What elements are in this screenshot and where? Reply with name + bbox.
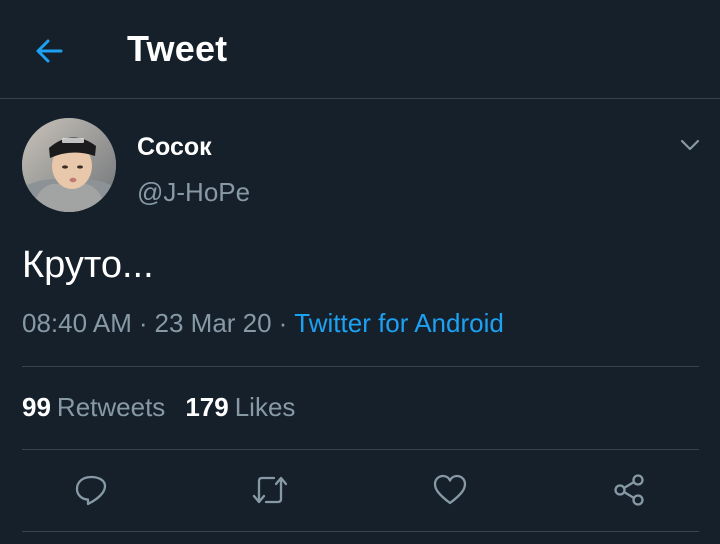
retweets-stat[interactable]: 99 Retweets	[22, 392, 165, 423]
likes-label: Likes	[234, 392, 296, 422]
author-handle[interactable]: @J-HoPe	[137, 177, 250, 208]
share-button[interactable]	[610, 470, 650, 510]
chevron-down-icon	[680, 139, 700, 151]
tweet-stats: 99 Retweets 179 Likes	[22, 392, 295, 423]
tweet-source-link[interactable]: Twitter for Android	[294, 308, 504, 338]
retweet-icon	[252, 476, 288, 504]
meta-separator: ·	[278, 308, 288, 338]
retweets-count: 99	[22, 392, 51, 422]
divider	[22, 449, 699, 450]
likes-count: 179	[185, 392, 229, 422]
top-app-bar: Tweet	[0, 0, 720, 99]
tweet-metadata: 08:40 AM · 23 Mar 20 · Twitter for Android	[22, 308, 504, 339]
avatar[interactable]	[22, 118, 116, 212]
share-icon	[614, 474, 644, 506]
heart-icon	[433, 474, 467, 505]
tweet-text: Круто...	[22, 244, 154, 286]
page-title: Tweet	[127, 28, 228, 69]
tweet-time: 08:40 AM	[22, 308, 132, 338]
reply-button[interactable]	[71, 470, 111, 510]
retweets-label: Retweets	[56, 392, 166, 422]
back-button[interactable]	[28, 30, 70, 72]
tweet-date: 23 Mar 20	[154, 308, 272, 338]
meta-separator: ·	[138, 308, 148, 338]
author-display-name[interactable]: Сосок	[137, 133, 212, 162]
divider	[22, 531, 699, 532]
likes-stat[interactable]: 179 Likes	[185, 392, 295, 423]
retweet-button[interactable]	[250, 470, 290, 510]
tweet-menu-button[interactable]	[674, 130, 706, 160]
reply-icon	[75, 475, 107, 506]
tweet-detail-screen: Tweet Сосок @J-HoPe Круто... 08:40 AM · …	[0, 0, 720, 544]
divider	[22, 366, 699, 367]
arrow-left-icon	[36, 39, 63, 63]
profile-photo	[22, 118, 116, 212]
like-button[interactable]	[430, 470, 470, 510]
